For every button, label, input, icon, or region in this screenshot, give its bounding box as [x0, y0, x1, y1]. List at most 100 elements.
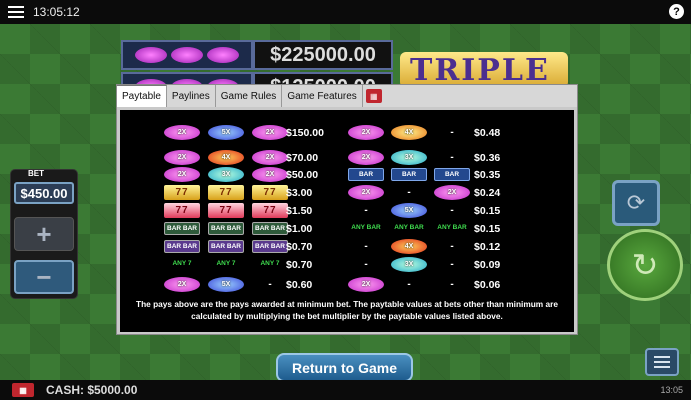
empty-symbol: - [450, 258, 454, 270]
symbol-cell: 77 [163, 202, 201, 218]
empty-symbol: - [450, 126, 454, 138]
symbol-cell: 4X [390, 238, 428, 254]
bar-symbol-icon: BAR BAR [252, 239, 288, 253]
symbol-cell: 77 [207, 202, 245, 218]
multiplier-symbol-icon: 4X [391, 124, 427, 140]
symbol-cell: - [433, 149, 471, 165]
symbol-cell: 5X [390, 202, 428, 218]
spin-button[interactable]: ↻ [607, 229, 683, 301]
empty-symbol: - [450, 240, 454, 252]
multiplier-symbol-icon: 2X [252, 124, 288, 140]
game-menu-button[interactable] [645, 348, 679, 376]
bet-label: BET [28, 169, 44, 178]
autoplay-button[interactable]: ⟳ [612, 180, 660, 226]
seven-symbol-icon: 77 [164, 202, 200, 218]
multiplier-symbol-icon: 2X [164, 166, 200, 182]
seven-symbol-icon: 77 [252, 184, 288, 200]
multiplier-symbol-icon: 5X [391, 202, 427, 218]
bar-symbol-icon: BAR BAR [208, 239, 244, 253]
paytable-row: 2X 3X 2X $50.00 BAR BAR BAR $0.35 [120, 166, 574, 184]
any-symbol-label: ANY BAR [394, 224, 424, 231]
symbol-cell: BAR BAR [207, 220, 245, 236]
help-icon[interactable]: ? [669, 4, 684, 19]
multiplier-symbol-icon: 2X [348, 124, 384, 140]
symbol-cell: 2X [251, 149, 289, 165]
symbol-cell: 2X [347, 124, 385, 140]
symbol-cell: - [433, 256, 471, 272]
paytable-row: BAR BAR BAR BAR BAR BAR $1.00 ANY BAR ANY BAR… [120, 220, 574, 238]
bet-increase-button[interactable]: + [14, 217, 74, 251]
symbol-cell: ANY 7 [163, 256, 201, 272]
multiplier-symbol-icon: 3X [391, 256, 427, 272]
symbol-cell: - [433, 124, 471, 140]
paytable-window: Paytable Paylines Game Rules Game Featur… [116, 84, 578, 335]
tab-game-rules[interactable]: Game Rules [215, 85, 283, 107]
payout-value: $0.70 [286, 241, 313, 253]
symbol-cell: ANY BAR [433, 220, 471, 236]
tab-paylines[interactable]: Paylines [166, 85, 216, 107]
symbol-cell: - [347, 202, 385, 218]
symbol-cell: BAR BAR [163, 238, 201, 254]
symbol-cell: 77 [163, 184, 201, 200]
symbol-cell: BAR [433, 166, 471, 182]
game-logo: TRIPLE [400, 52, 568, 88]
hamburger-menu-icon[interactable] [8, 6, 24, 18]
multiplier-symbol-icon: 2X [252, 166, 288, 182]
symbol-cell: 4X [207, 149, 245, 165]
multiplier-symbol-icon: 4X [391, 238, 427, 254]
payout-value: $0.48 [474, 127, 501, 139]
top-bar: 13:05:12 ? [0, 0, 691, 24]
symbol-cell: 2X [251, 166, 289, 182]
cash-balance: CASH: $5000.00 [46, 383, 138, 397]
multiplier-symbol-icon: 2X [164, 276, 200, 292]
symbol-cell: 2X [347, 184, 385, 200]
symbol-cell: 5X [207, 124, 245, 140]
any-symbol-label: ANY 7 [260, 260, 280, 267]
empty-symbol: - [364, 258, 368, 270]
payout-value: $0.70 [286, 259, 313, 271]
jackpot-row: $225000.00 [121, 40, 393, 70]
brand-icon[interactable]: ▦ [365, 89, 382, 103]
paytable-body: 2X 5X 2X $150.00 2X 4X - $0.48 2X 4X 2X $70.00 2X 3X -… [120, 110, 574, 332]
symbol-cell: 5X [207, 276, 245, 292]
empty-symbol: - [407, 186, 411, 198]
tab-paytable[interactable]: Paytable [117, 85, 167, 107]
tab-game-features[interactable]: Game Features [282, 85, 363, 107]
empty-symbol: - [364, 240, 368, 252]
payout-value: $150.00 [286, 127, 324, 139]
seven-symbol-icon: 77 [164, 184, 200, 200]
symbol-cell: - [251, 276, 289, 292]
seven-symbol-icon: 77 [208, 202, 244, 218]
bet-decrease-button[interactable]: − [14, 260, 74, 294]
bar-symbol-icon: BAR BAR [208, 221, 244, 235]
bar-symbol-icon: BAR BAR [164, 239, 200, 253]
symbol-cell: 2X [163, 276, 201, 292]
payout-value: $0.15 [474, 205, 501, 217]
symbol-cell: BAR [390, 166, 428, 182]
jackpot-value: $225000.00 [253, 40, 393, 70]
multiplier-symbol-icon: 3X [391, 149, 427, 165]
bar-symbol-icon: BAR BAR [164, 221, 200, 235]
empty-symbol: - [364, 204, 368, 216]
paytable-row: BAR BAR BAR BAR BAR BAR $0.70-4X - $0.12 [120, 238, 574, 256]
seven-symbol-icon: 77 [208, 184, 244, 200]
symbol-cell: 2X [347, 149, 385, 165]
payout-value: $0.60 [286, 279, 313, 291]
payout-value: $0.12 [474, 241, 501, 253]
paytable-row: ANY 7 ANY 7 ANY 7 $0.70 - 3X - $0.09 [120, 256, 574, 274]
symbol-cell: BAR BAR [163, 220, 201, 236]
return-to-game-button[interactable]: Return to Game [276, 353, 413, 382]
brand-logo-icon: ▦ [12, 383, 34, 397]
paytable-row: 77 77 77 $1.50-5X - $0.15 [120, 202, 574, 220]
symbol-cell: 3X [207, 166, 245, 182]
symbol-cell: - [433, 276, 471, 292]
symbol-cell: BAR BAR [251, 220, 289, 236]
empty-symbol: - [407, 278, 411, 290]
symbol-cell: 77 [207, 184, 245, 200]
empty-symbol: - [450, 278, 454, 290]
symbol-cell: BAR BAR [207, 238, 245, 254]
symbol-cell: 2X [251, 124, 289, 140]
payout-value: $70.00 [286, 152, 319, 164]
bet-value: $450.00 [14, 182, 74, 204]
symbol-cell: - [433, 202, 471, 218]
